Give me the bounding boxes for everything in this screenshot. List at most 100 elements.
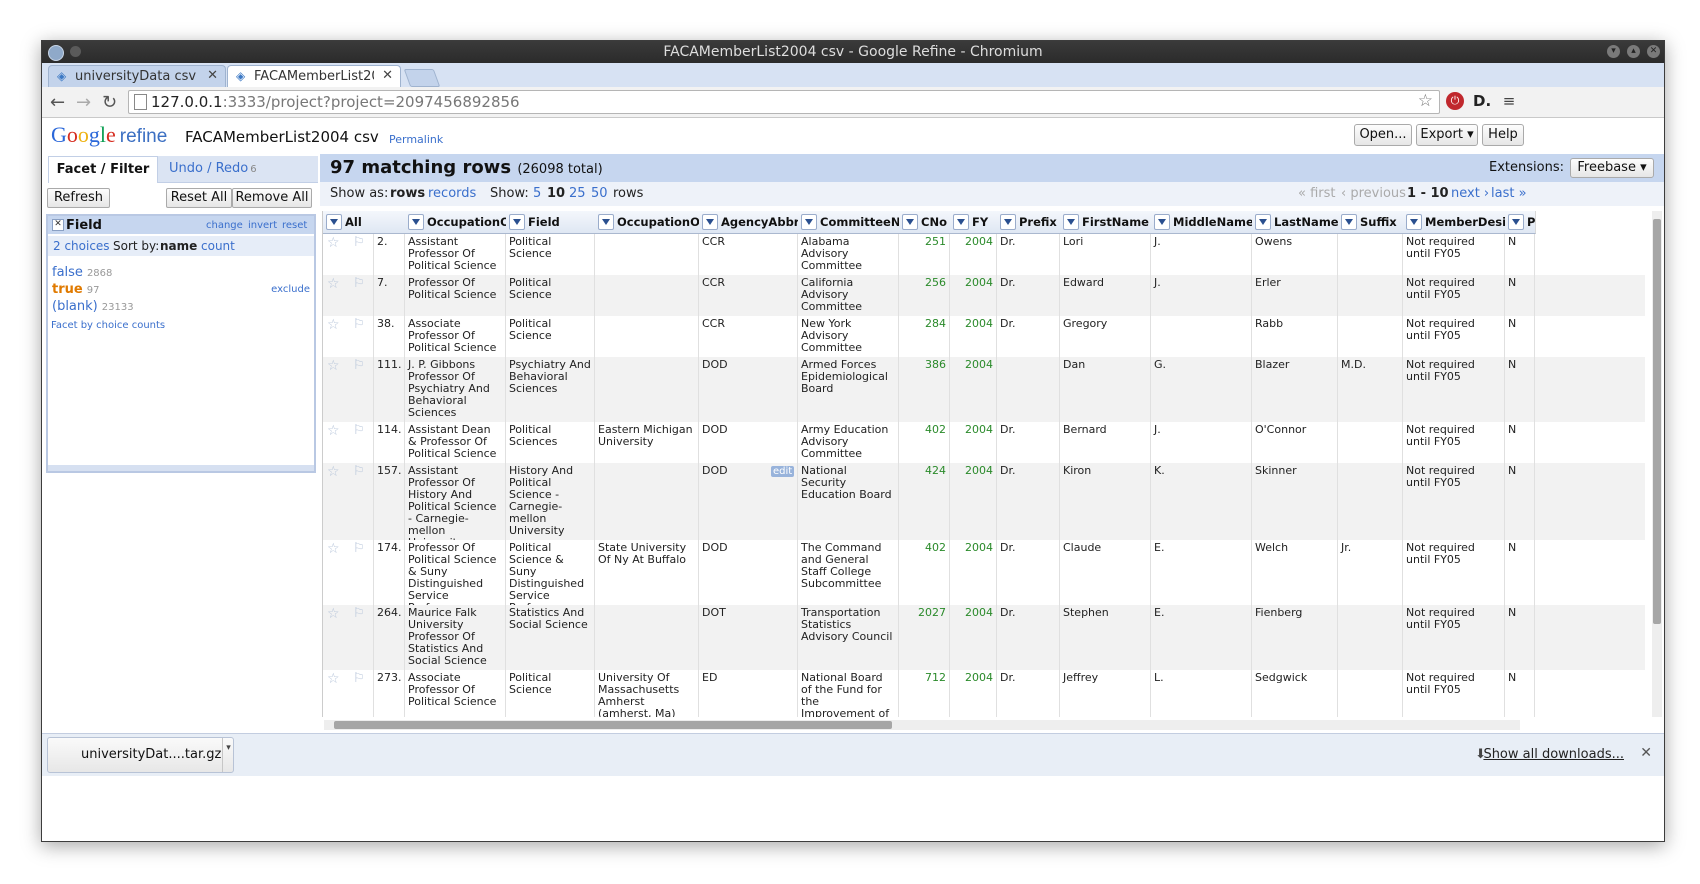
close-download-shelf-icon[interactable]: ✕	[1640, 745, 1652, 761]
cell-p[interactable]: N	[1505, 234, 1535, 275]
column-menu-icon[interactable]	[1341, 214, 1357, 230]
cell-cno[interactable]: 402	[899, 422, 950, 463]
vertical-scrollbar[interactable]	[1652, 211, 1662, 717]
cell-field[interactable]: Political Science	[506, 275, 595, 316]
cell-occ[interactable]: Associate Professor Of Political Science	[405, 670, 506, 717]
sort-name-link[interactable]: name	[160, 239, 197, 253]
tab-close-icon[interactable]: ✕	[207, 68, 218, 83]
cell-p[interactable]: N	[1505, 275, 1535, 316]
address-bar[interactable]: 127.0.0.1:3333/project?project=209745689…	[128, 90, 1440, 114]
cell-first[interactable]: Bernard	[1060, 422, 1151, 463]
tab-faca-member-list[interactable]: ◈ FACAMemberList2004 ✕	[227, 65, 401, 89]
cell-suffix[interactable]	[1338, 316, 1403, 357]
cell-agency[interactable]: CCR	[699, 316, 798, 357]
cell-first[interactable]: Jeffrey	[1060, 670, 1151, 717]
cell-agency[interactable]: CCR	[699, 234, 798, 275]
facet-invert-link[interactable]: invert	[248, 220, 277, 231]
cell-suffix[interactable]	[1338, 463, 1403, 540]
star-icon[interactable]: ☆	[327, 317, 340, 333]
cell-middle[interactable]: J.	[1151, 275, 1252, 316]
cell-middle[interactable]: E.	[1151, 605, 1252, 670]
column-header-lastname[interactable]: LastName	[1252, 211, 1339, 234]
cell-committee[interactable]: Alabama Advisory Committee	[798, 234, 899, 275]
cell-desig[interactable]: Not required until FY05	[1403, 605, 1505, 670]
cell-field[interactable]: History And Political Science - Carnegie…	[506, 463, 595, 540]
cell-prefix[interactable]: Dr.	[997, 540, 1060, 605]
cell-cno[interactable]: 402	[899, 540, 950, 605]
maximize-icon[interactable]: ▴	[1627, 45, 1640, 58]
cell-suffix[interactable]: Jr.	[1338, 540, 1403, 605]
cell-last[interactable]: Blazer	[1252, 357, 1338, 422]
close-window-icon[interactable]: ✕	[1647, 45, 1660, 58]
column-header-suffix[interactable]: Suffix	[1338, 211, 1404, 234]
flag-icon[interactable]: ⚐	[353, 235, 365, 250]
facet-choice-true[interactable]: true 97	[52, 282, 99, 297]
column-menu-icon[interactable]	[326, 214, 342, 230]
page-size-5[interactable]: 5	[533, 186, 541, 201]
column-menu-icon[interactable]	[902, 214, 918, 230]
choices-count[interactable]: 2 choices	[53, 239, 110, 253]
flag-icon[interactable]: ⚐	[353, 606, 365, 621]
cell-suffix[interactable]	[1338, 670, 1403, 717]
star-icon[interactable]: ☆	[327, 671, 340, 687]
help-button[interactable]: Help	[1482, 124, 1524, 146]
cell-committee[interactable]: California Advisory Committee	[798, 275, 899, 316]
project-name[interactable]: FACAMemberList2004 csv	[185, 128, 379, 146]
cell-first[interactable]: Stephen	[1060, 605, 1151, 670]
cell-field[interactable]: Political Science	[506, 234, 595, 275]
cell-suffix[interactable]	[1338, 422, 1403, 463]
pager-last[interactable]: last »	[1491, 186, 1527, 201]
column-menu-icon[interactable]	[1000, 214, 1016, 230]
page-size-10[interactable]: 10	[547, 186, 565, 201]
cell-prefix[interactable]	[997, 357, 1060, 422]
column-menu-icon[interactable]	[408, 214, 424, 230]
star-icon[interactable]: ☆	[327, 235, 340, 251]
edit-cell-button[interactable]: edit	[771, 466, 795, 477]
flag-icon[interactable]: ⚐	[353, 541, 365, 556]
cell-agency[interactable]: DOT	[699, 605, 798, 670]
cell-middle[interactable]: G.	[1151, 357, 1252, 422]
horizontal-scrollbar-thumb[interactable]	[334, 721, 892, 729]
cell-first[interactable]: Claude	[1060, 540, 1151, 605]
cell-first[interactable]: Gregory	[1060, 316, 1151, 357]
column-menu-icon[interactable]	[1063, 214, 1079, 230]
star-icon[interactable]: ☆	[327, 358, 340, 374]
cell-last[interactable]: Fienberg	[1252, 605, 1338, 670]
cell-occ[interactable]: Associate Professor Of Political Science	[405, 316, 506, 357]
cell-prefix[interactable]: Dr.	[997, 316, 1060, 357]
flag-icon[interactable]: ⚐	[353, 358, 365, 373]
cell-last[interactable]: Skinner	[1252, 463, 1338, 540]
facet-by-choice-counts-link[interactable]: Facet by choice counts	[51, 320, 165, 331]
cell-agency[interactable]: DOD	[699, 540, 798, 605]
cell-desig[interactable]: Not required until FY05	[1403, 316, 1505, 357]
cell-desig[interactable]: Not required until FY05	[1403, 357, 1505, 422]
column-header-cno[interactable]: CNo	[899, 211, 951, 234]
column-header-p[interactable]: P	[1505, 211, 1536, 234]
cell-field[interactable]: Statistics And Social Science	[506, 605, 595, 670]
reload-icon[interactable]: ↻	[102, 92, 117, 113]
cell-occ2[interactable]	[595, 357, 699, 422]
cell-committee[interactable]: Transportation Statistics Advisory Counc…	[798, 605, 899, 670]
cell-occ2[interactable]	[595, 275, 699, 316]
cell-middle[interactable]	[1151, 316, 1252, 357]
column-menu-icon[interactable]	[801, 214, 817, 230]
cell-last[interactable]: Sedgwick	[1252, 670, 1338, 717]
facet-reset-link[interactable]: reset	[282, 220, 307, 231]
cell-committee[interactable]: Army Education Advisory Committee	[798, 422, 899, 463]
cell-p[interactable]: N	[1505, 316, 1535, 357]
cell-p[interactable]: N	[1505, 605, 1535, 670]
cell-field[interactable]: Political Science	[506, 316, 595, 357]
pager-next[interactable]: next ›	[1451, 186, 1489, 201]
reset-all-button[interactable]: Reset All	[166, 188, 232, 208]
tab-close-icon[interactable]: ✕	[382, 68, 393, 83]
cell-first[interactable]: Edward	[1060, 275, 1151, 316]
facet-change-link[interactable]: change	[206, 220, 243, 231]
facet-resize-handle[interactable]	[48, 465, 314, 471]
cell-last[interactable]: Welch	[1252, 540, 1338, 605]
cell-cno[interactable]: 424	[899, 463, 950, 540]
cell-committee[interactable]: New York Advisory Committee	[798, 316, 899, 357]
cell-field[interactable]: Psychiatry And Behavioral Sciences	[506, 357, 595, 422]
cell-p[interactable]: N	[1505, 670, 1535, 717]
cell-fy[interactable]: 2004	[950, 605, 997, 670]
column-header-memberdesig[interactable]: MemberDesig	[1403, 211, 1506, 234]
